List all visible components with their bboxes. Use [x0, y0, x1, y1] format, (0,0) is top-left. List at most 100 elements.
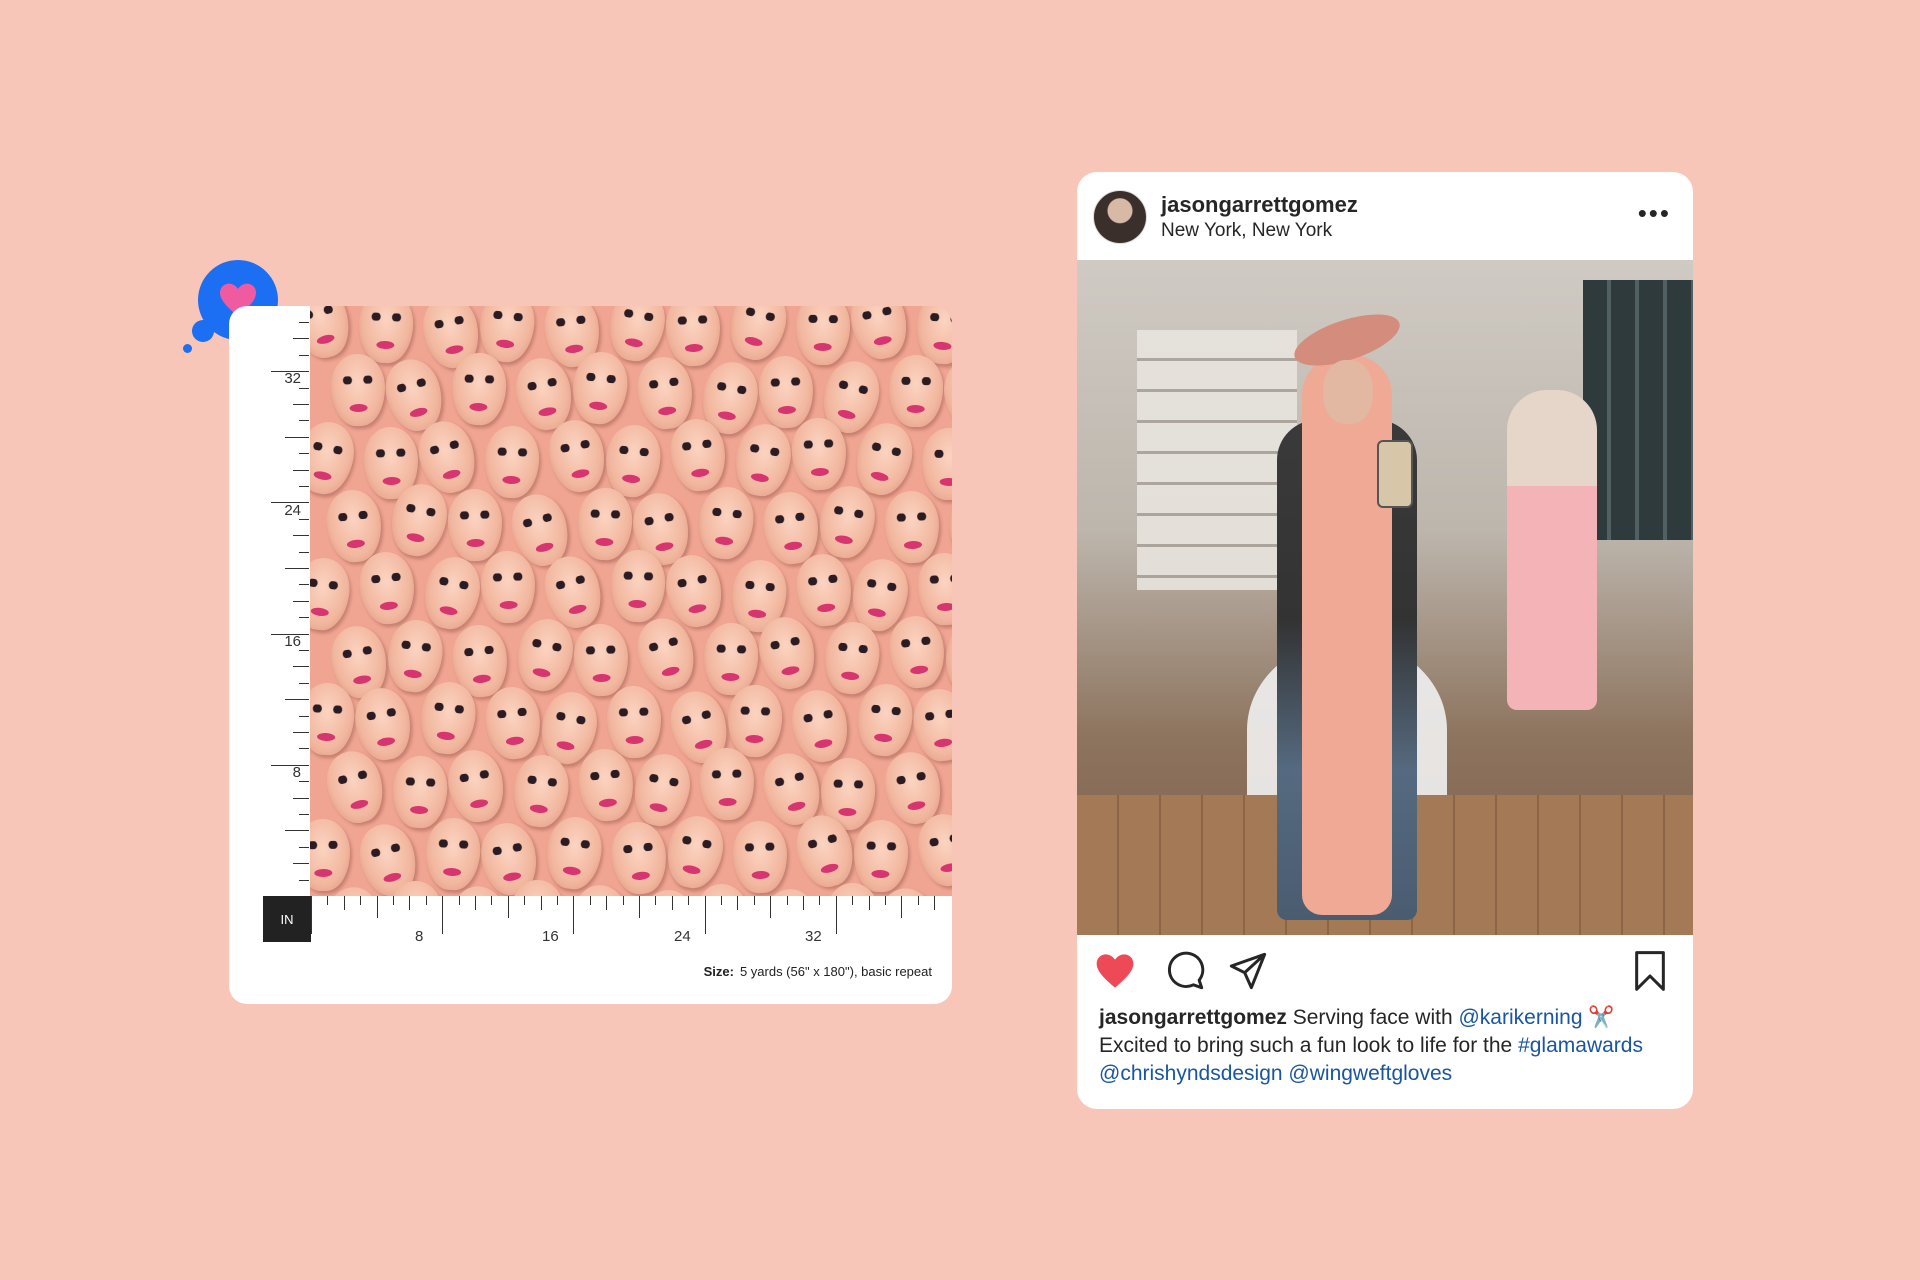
- face-motif: [883, 489, 941, 565]
- ruler-tick: [425, 896, 427, 905]
- ruler-tick: [688, 896, 690, 905]
- face-motif: [845, 306, 913, 364]
- ruler-tick: [299, 781, 309, 783]
- ruler-tick: [299, 354, 309, 356]
- post-header: jasongarrettgomez New York, New York •••: [1077, 172, 1693, 260]
- ruler-label-v-8: 8: [292, 764, 301, 781]
- post-location[interactable]: New York, New York: [1161, 220, 1332, 242]
- post-photo[interactable]: [1077, 260, 1693, 935]
- bubble-dot-small: [183, 344, 192, 353]
- face-motif: [605, 685, 663, 759]
- ruler-tick: [507, 896, 509, 918]
- ruler-tick: [271, 764, 309, 766]
- face-motif: [852, 819, 910, 893]
- caption-username[interactable]: jasongarrettgomez: [1099, 1006, 1287, 1029]
- photo-dress-form: [1507, 390, 1597, 710]
- caption-mention-chrishyndsdesign[interactable]: @chrishyndsdesign: [1099, 1062, 1283, 1085]
- ruler-tick: [285, 436, 309, 438]
- face-motif: [698, 747, 756, 821]
- face-motif: [726, 684, 784, 758]
- ruler-tick: [885, 896, 886, 905]
- unit-toggle[interactable]: IN: [263, 896, 311, 942]
- face-motif: [609, 549, 667, 623]
- size-info: Size: 5 yards (56" x 180"), basic repeat: [704, 964, 932, 979]
- ruler-tick: [442, 896, 444, 934]
- face-motif: [483, 425, 541, 499]
- horizontal-ruler: 8 16 24 32: [311, 896, 952, 946]
- face-motif: [695, 484, 757, 562]
- more-icon[interactable]: •••: [1638, 200, 1671, 226]
- ruler-tick: [285, 699, 309, 701]
- face-motif: [576, 487, 634, 561]
- caption-mention-karikerning[interactable]: @karikerning: [1458, 1006, 1582, 1029]
- ruler-tick: [393, 896, 394, 905]
- ruler-tick: [285, 568, 309, 569]
- ruler-tick: [557, 896, 558, 905]
- ruler-tick: [671, 896, 673, 910]
- ruler-tick: [524, 896, 526, 905]
- post-actions: [1077, 935, 1693, 1005]
- ruler-tick: [293, 469, 309, 471]
- face-motif: [424, 816, 482, 892]
- ruler-tick: [299, 453, 309, 455]
- face-motif: [446, 488, 504, 562]
- ruler-label-h-16: 16: [542, 928, 559, 945]
- photo-shelves: [1137, 330, 1297, 590]
- face-motif: [572, 623, 630, 697]
- bookmark-icon[interactable]: [1630, 951, 1670, 991]
- fabric-swatch[interactable]: [310, 306, 952, 896]
- ruler-tick: [299, 420, 309, 422]
- face-motif: [888, 354, 944, 428]
- ruler-tick: [293, 863, 309, 865]
- ruler-tick: [299, 879, 309, 881]
- caption-text-2: Excited to bring such a fun look to life…: [1099, 1034, 1513, 1057]
- ruler-tick: [299, 322, 309, 323]
- ruler-tick: [299, 518, 309, 520]
- ruler-tick: [299, 814, 309, 815]
- photo-face-print-scarf: [1302, 355, 1392, 915]
- caption-text-1: Serving face with: [1292, 1006, 1453, 1029]
- face-motif: [757, 354, 815, 430]
- face-motif: [443, 745, 509, 827]
- ruler-tick: [852, 896, 854, 905]
- ruler-label-v-24: 24: [284, 502, 301, 519]
- send-icon[interactable]: [1228, 951, 1268, 991]
- ruler-tick: [299, 617, 309, 619]
- caption-hashtag-glamawards[interactable]: #glamawards: [1518, 1034, 1643, 1057]
- ruler-label-v-16: 16: [284, 633, 301, 650]
- scissors-icon: ✂️: [1588, 1006, 1615, 1029]
- ruler-tick: [639, 896, 640, 918]
- post-username[interactable]: jasongarrettgomez: [1161, 192, 1358, 218]
- instagram-post-card: jasongarrettgomez New York, New York •••…: [1077, 172, 1693, 1109]
- face-motif: [575, 746, 637, 824]
- ruler-tick: [293, 338, 309, 340]
- ruler-tick: [271, 633, 309, 635]
- face-motif: [310, 417, 360, 499]
- face-motif: [854, 681, 916, 759]
- ruler-tick: [770, 896, 772, 918]
- ruler-tick: [835, 896, 837, 934]
- face-motif: [450, 352, 508, 426]
- ruler-tick: [786, 896, 788, 905]
- ruler-label-h-8: 8: [415, 928, 424, 945]
- face-motif: [509, 751, 573, 831]
- ruler-tick: [704, 896, 706, 934]
- ruler-tick: [606, 896, 608, 910]
- ruler-tick: [293, 535, 309, 537]
- photo-person-head: [1323, 360, 1373, 424]
- ruler-tick: [293, 404, 309, 405]
- face-motif: [814, 481, 880, 563]
- ruler-tick: [868, 896, 870, 910]
- photo-window: [1583, 280, 1693, 540]
- ruler-label-h-24: 24: [674, 928, 691, 945]
- comment-icon[interactable]: [1165, 951, 1205, 991]
- avatar[interactable]: [1093, 190, 1147, 244]
- fabric-preview-card: 32 24 16 8 IN 8 16 24 32 Size: 5 yards (5…: [229, 306, 952, 1004]
- ruler-tick: [491, 896, 493, 905]
- heart-filled-icon[interactable]: [1095, 951, 1135, 991]
- caption-mention-wingweftgloves[interactable]: @wingweftgloves: [1288, 1062, 1452, 1085]
- ruler-tick: [589, 896, 591, 905]
- ruler-tick: [293, 666, 309, 668]
- ruler-tick: [299, 584, 309, 586]
- ruler-tick: [376, 896, 378, 918]
